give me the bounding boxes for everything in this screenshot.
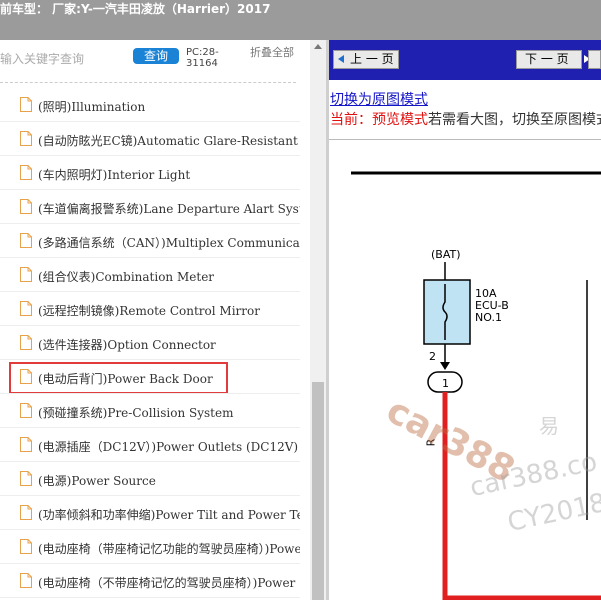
- tree-item[interactable]: (电动座椅（不带座椅记忆的驾驶员座椅）)Power Seat: [0, 564, 300, 598]
- tree-item-label: (组合仪表)Combination Meter: [38, 270, 215, 284]
- tree-item[interactable]: (功率倾斜和功率伸缩)Power Tilt and Power Telescop…: [0, 496, 300, 530]
- viewer-nav-bar: 上 一 页 下 一 页: [329, 40, 601, 80]
- search-divider: [0, 82, 296, 83]
- tree-item-label: (自动防眩光EC镜)Automatic Glare-Resistant EC M…: [38, 134, 300, 148]
- tree-item[interactable]: (自动防眩光EC镜)Automatic Glare-Resistant EC M…: [0, 122, 300, 156]
- bat-label: (BAT): [431, 248, 461, 261]
- tree-item[interactable]: (电动座椅（带座椅记忆功能的驾驶员座椅）)Power Seat: [0, 530, 300, 564]
- left-scrollbar[interactable]: [310, 40, 326, 600]
- document-icon: [20, 301, 32, 316]
- tree-item[interactable]: (车道偏离报警系统)Lane Departure Alart System: [0, 190, 300, 224]
- tree-item-label: (多路通信系统（CAN）)Multiplex Communication Sys…: [38, 236, 300, 250]
- tree-item-selected[interactable]: (电动后背门)Power Back Door: [0, 360, 300, 394]
- tree-item[interactable]: (电源)Power Source: [0, 462, 300, 496]
- tree-item-label: (电动座椅（带座椅记忆功能的驾驶员座椅）)Power Seat: [38, 542, 300, 556]
- fuse-label: 10A ECU-B NO.1: [475, 288, 509, 324]
- document-icon: [20, 471, 32, 486]
- document-tree: (照明)Illumination (自动防眩光EC镜)Automatic Glar…: [0, 88, 310, 598]
- mode-status: 当前：预览模式若需看大图，切换至原图模式: [330, 109, 601, 129]
- document-icon: [20, 505, 32, 520]
- nav-extra-button[interactable]: [588, 50, 601, 69]
- prev-page-button[interactable]: 上 一 页: [333, 50, 399, 69]
- document-icon: [20, 539, 32, 554]
- collapse-all-link[interactable]: 折叠全部: [250, 47, 294, 59]
- tree-item-label: (电源)Power Source: [38, 474, 156, 488]
- document-icon: [20, 573, 32, 588]
- document-icon: [20, 403, 32, 418]
- search-button[interactable]: 查询: [133, 48, 179, 64]
- tree-item[interactable]: (多路通信系统（CAN）)Multiplex Communication Sys…: [0, 224, 300, 258]
- document-icon: [20, 131, 32, 146]
- pin-label: 2: [429, 350, 436, 363]
- mode-hint: 若需看大图，切换至原图模式: [428, 112, 601, 128]
- scroll-up-icon[interactable]: [314, 44, 322, 49]
- tree-item[interactable]: (选件连接器)Option Connector: [0, 326, 300, 360]
- tree-item-label: (电动座椅（不带座椅记忆的驾驶员座椅）)Power Seat: [38, 576, 300, 590]
- next-page-button[interactable]: 下 一 页: [516, 50, 590, 69]
- tree-item-label: (电动后背门)Power Back Door: [38, 372, 213, 386]
- tree-item-label: (远程控制镜像)Remote Control Mirror: [38, 304, 260, 318]
- tree-item[interactable]: (预碰撞系统)Pre-Collision System: [0, 394, 300, 428]
- fuse-number: NO.1: [475, 311, 502, 324]
- left-panel: 查询 PC:28-31164 折叠全部 (照明)Illumination (自动防…: [0, 40, 326, 600]
- scrollbar-thumb[interactable]: [312, 382, 324, 600]
- viewer-panel: 上 一 页 下 一 页 切换为原图模式 当前：预览模式若需看大图，切换至原图模式…: [329, 40, 601, 600]
- document-icon: [20, 199, 32, 214]
- connector-label: 1: [442, 377, 449, 390]
- document-icon: [20, 97, 32, 112]
- document-icon: [20, 165, 32, 180]
- document-icon: [20, 437, 32, 452]
- search-input[interactable]: [0, 50, 125, 68]
- tree-item[interactable]: (组合仪表)Combination Meter: [0, 258, 300, 292]
- document-icon: [20, 369, 32, 384]
- tree-item-label: (选件连接器)Option Connector: [38, 338, 216, 352]
- fuse-box: [423, 279, 471, 345]
- tree-item[interactable]: (远程控制镜像)Remote Control Mirror: [0, 292, 300, 326]
- tree-item-label: (车内照明灯)Interior Light: [38, 168, 191, 182]
- prev-page-label: 上 一 页: [350, 52, 394, 66]
- tree-item[interactable]: (照明)Illumination: [0, 88, 300, 122]
- wire-color-label: R: [424, 438, 438, 447]
- pc-code: PC:28-31164: [186, 47, 219, 69]
- wiring-diagram-graphic: [351, 171, 601, 600]
- arrow-left-icon: [338, 55, 344, 63]
- vehicle-title: 前车型： 厂家:Y-一汽丰田凌放（Harrier）2017: [0, 2, 271, 16]
- mode-current: 当前：预览模式: [330, 112, 428, 128]
- tree-item-label: (预碰撞系统)Pre-Collision System: [38, 406, 234, 420]
- tree-item-label: (照明)Illumination: [38, 100, 146, 114]
- wiring-diagram: (BAT) 10A ECU-B NO.1 2 1 R car388 car388…: [329, 140, 601, 600]
- tree-item-label: (功率倾斜和功率伸缩)Power Tilt and Power Telescop…: [38, 508, 300, 522]
- arrow-down-icon: [440, 362, 450, 370]
- tree-item-label: (车道偏离报警系统)Lane Departure Alart System: [38, 202, 300, 216]
- tree-item[interactable]: (电源插座（DC12V）)Power Outlets (DC12V): [0, 428, 300, 462]
- next-page-label: 下 一 页: [525, 52, 569, 66]
- search-row: 查询 PC:28-31164 折叠全部: [0, 40, 300, 80]
- tree-item[interactable]: (车内照明灯)Interior Light: [0, 156, 300, 190]
- document-icon: [20, 267, 32, 282]
- title-bar: 前车型： 厂家:Y-一汽丰田凌放（Harrier）2017: [0, 0, 601, 40]
- switch-original-mode-link[interactable]: 切换为原图模式: [330, 89, 428, 109]
- document-icon: [20, 233, 32, 248]
- tree-item-label: (电源插座（DC12V）)Power Outlets (DC12V): [38, 440, 299, 454]
- document-icon: [20, 335, 32, 350]
